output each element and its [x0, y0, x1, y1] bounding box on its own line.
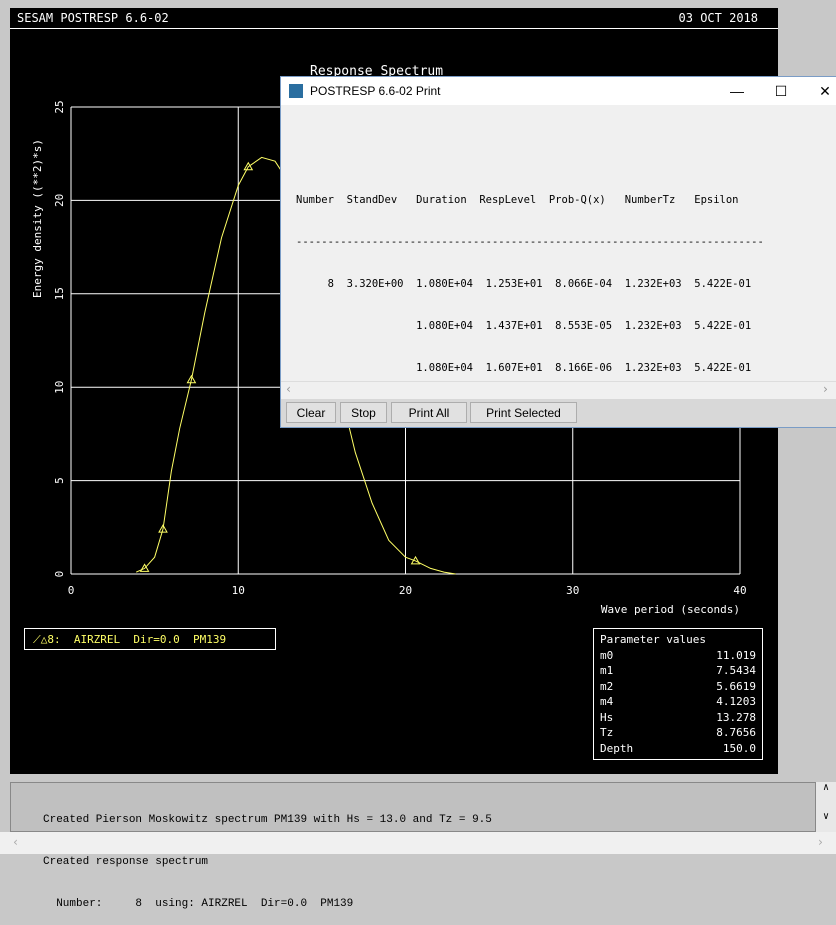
table-row: 1.080E+04 1.437E+01 8.553E-05 1.232E+03 … — [296, 320, 752, 332]
param-value: 7.5434 — [716, 664, 756, 677]
y-tick-label: 20 — [53, 194, 66, 207]
print-output-text[interactable]: Number StandDev Duration RespLevel Prob-… — [281, 105, 836, 381]
minimize-button[interactable]: — — [717, 77, 757, 105]
x-tick-label: 20 — [399, 584, 412, 597]
param-name: Tz — [600, 726, 614, 739]
param-row: Tz 8.7656 — [600, 726, 756, 742]
x-tick-label: 10 — [232, 584, 245, 597]
dialog-title: POSTRESP 6.6-02 Print — [310, 84, 441, 98]
maximize-button[interactable]: ☐ — [761, 77, 801, 105]
scroll-left-icon[interactable]: ‹ — [285, 382, 292, 396]
param-row: m2 5.6619 — [600, 680, 756, 696]
console-vertical-scrollbar[interactable]: ∧ ∨ — [816, 782, 836, 832]
param-name: m0 — [600, 648, 614, 662]
app-icon — [289, 84, 303, 98]
close-button[interactable]: ✕ — [805, 77, 836, 105]
param-row: m4 4.1203 — [600, 695, 756, 711]
x-tick-label: 0 — [68, 584, 75, 597]
param-name: m1 — [600, 664, 614, 677]
y-tick-label: 10 — [53, 381, 66, 394]
param-row: m0 11.019 — [600, 649, 756, 665]
y-axis-label: Energy density ((**2)*s) — [31, 139, 44, 298]
dialog-titlebar[interactable]: POSTRESP 6.6-02 Print — ☐ ✕ — [281, 77, 836, 105]
scroll-up-icon[interactable]: ∧ — [816, 782, 836, 793]
param-row: m1 7.5434 — [600, 664, 756, 680]
param-value: 13.278 — [716, 710, 756, 724]
parameter-values-box: Parameter values m0 11.019 m1 7.5434 m2 5.661… — [593, 628, 763, 760]
param-value: 8.7656 — [716, 726, 756, 739]
param-value: 11.019 — [716, 648, 756, 662]
message-console[interactable]: Created Pierson Moskowitz spectrum PM139… — [10, 782, 816, 910]
params-title: Parameter values — [600, 633, 706, 646]
stop-button[interactable]: Stop — [340, 402, 387, 423]
console-line: Number: 8 using: AIRZREL Dir=0.0 PM139 — [43, 898, 354, 910]
y-tick-label: 0 — [53, 571, 66, 578]
param-name: m4 — [600, 695, 614, 708]
table-header: Number StandDev Duration RespLevel Prob-… — [296, 194, 739, 206]
legend: ⟋△8: AIRZREL Dir=0.0 PM139 — [24, 628, 276, 650]
dialog-button-bar: Clear Stop Print All Print Selected — [281, 399, 836, 427]
y-tick-label: 15 — [53, 287, 66, 300]
dialog-horizontal-scrollbar[interactable]: ‹ › — [281, 381, 836, 400]
param-name: m2 — [600, 679, 614, 693]
print-all-button[interactable]: Print All — [391, 402, 467, 423]
param-name: Hs — [600, 710, 614, 724]
param-value: 150.0 — [722, 741, 756, 755]
param-value: 5.6619 — [716, 679, 756, 693]
table-divider: ----------------------------------------… — [296, 236, 764, 248]
console-line: Created Pierson Moskowitz spectrum PM139… — [43, 814, 492, 826]
param-name: Depth — [600, 741, 634, 755]
table-row: 8 3.320E+00 1.080E+04 1.253E+01 8.066E-0… — [296, 278, 752, 290]
table-row: 1.080E+04 1.607E+01 8.166E-06 1.232E+03 … — [296, 362, 752, 374]
y-tick-label: 5 — [53, 477, 66, 484]
x-axis-label: Wave period (seconds) — [601, 603, 740, 616]
legend-label: 8: AIRZREL Dir=0.0 PM139 — [47, 633, 227, 646]
x-tick-label: 30 — [566, 584, 579, 597]
param-row: Depth 150.0 — [600, 742, 756, 758]
main-horizontal-scrollbar[interactable]: ‹ › — [0, 832, 836, 854]
y-tick-label: 25 — [53, 100, 66, 113]
console-line: Created response spectrum — [43, 856, 209, 868]
param-row: Hs 13.278 — [600, 711, 756, 727]
print-dialog: POSTRESP 6.6-02 Print — ☐ ✕ Number Stand… — [280, 76, 836, 428]
clear-button[interactable]: Clear — [286, 402, 336, 423]
param-value: 4.1203 — [716, 695, 756, 708]
legend-marker-icon: ⟋△ — [33, 633, 48, 646]
scroll-down-icon[interactable]: ∨ — [816, 811, 836, 822]
x-tick-label: 40 — [733, 584, 746, 597]
scroll-right-icon[interactable]: › — [817, 835, 824, 849]
scroll-right-icon[interactable]: › — [822, 382, 829, 396]
print-selected-button[interactable]: Print Selected — [470, 402, 577, 423]
scroll-left-icon[interactable]: ‹ — [12, 835, 19, 849]
